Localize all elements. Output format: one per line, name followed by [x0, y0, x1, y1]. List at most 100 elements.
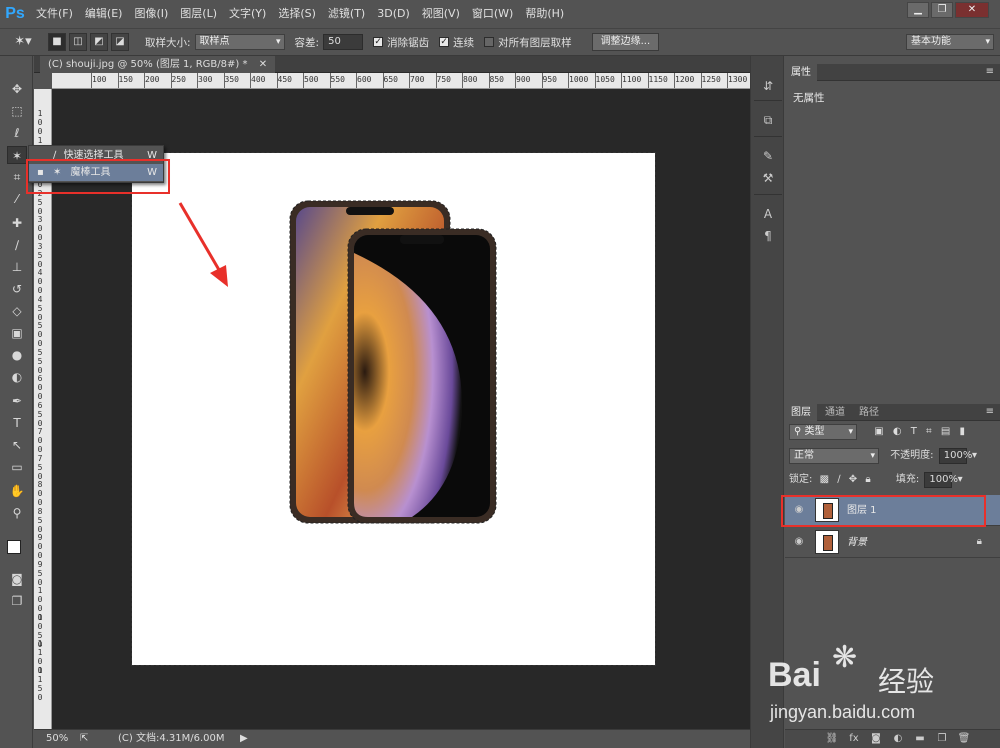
panel-menu-icon[interactable]: ≡: [986, 66, 994, 77]
menu-select[interactable]: 选择(S): [272, 0, 322, 28]
maximize-button[interactable]: ❐: [931, 2, 953, 18]
type-tool-icon[interactable]: T: [7, 414, 27, 432]
history-panel-icon[interactable]: ⇵: [758, 76, 778, 96]
paragraph-panel-icon[interactable]: ¶: [758, 226, 778, 246]
menu-3d[interactable]: 3D(D): [371, 0, 416, 28]
filter-smart-object-icon[interactable]: ▤: [941, 426, 950, 437]
intersect-selection-icon[interactable]: ◪: [111, 33, 129, 51]
filter-adjustment-icon[interactable]: ◐: [893, 426, 902, 437]
lock-transparent-icon[interactable]: ▩: [820, 474, 829, 485]
blur-tool-icon[interactable]: ●: [7, 346, 27, 364]
ruler-tick-label: 950: [37, 559, 43, 587]
close-tab-icon[interactable]: ✕: [259, 59, 267, 70]
rectangle-tool-icon[interactable]: ▭: [7, 458, 27, 476]
menu-edit[interactable]: 编辑(E): [79, 0, 129, 28]
visibility-eye-icon[interactable]: ◉: [792, 536, 806, 548]
layer-name[interactable]: 背景: [847, 527, 867, 558]
menu-filter[interactable]: 滤镜(T): [322, 0, 371, 28]
add-to-selection-icon[interactable]: ◫: [69, 33, 87, 51]
workspace-select[interactable]: 基本功能: [906, 34, 994, 50]
status-menu-arrow-icon[interactable]: ▶: [240, 730, 248, 748]
menu-type[interactable]: 文字(Y): [223, 0, 272, 28]
fill-input[interactable]: 100%: [924, 472, 958, 488]
screen-mode-icon[interactable]: ❐: [7, 592, 27, 610]
contiguous-checkbox[interactable]: ✓: [439, 37, 450, 47]
filter-type-icon[interactable]: T: [911, 426, 917, 437]
ruler-tick-label: 700: [410, 75, 425, 84]
layer-row[interactable]: ◉ 背景 🔒︎: [785, 527, 1000, 558]
marquee-tool-icon[interactable]: ⬚: [7, 102, 27, 120]
hand-tool-icon[interactable]: ✋: [7, 482, 27, 500]
ruler-tick-label: 550: [330, 75, 345, 84]
sample-all-layers-checkbox[interactable]: [484, 37, 495, 47]
ruler-tick-label: 400: [37, 268, 43, 295]
ruler-tick-label: 1150: [648, 75, 668, 84]
foreground-color-swatch[interactable]: [7, 540, 21, 554]
tab-properties[interactable]: 属性: [785, 64, 817, 81]
eraser-tool-icon[interactable]: ◇: [7, 302, 27, 320]
zoom-level[interactable]: 50%: [46, 730, 68, 748]
gradient-tool-icon[interactable]: ▣: [7, 324, 27, 342]
opacity-input[interactable]: 100%: [938, 448, 972, 464]
path-selection-tool-icon[interactable]: ↖: [7, 436, 27, 454]
layer-filter-select[interactable]: ⚲ 类型: [789, 424, 857, 440]
subtract-from-selection-icon[interactable]: ◩: [90, 33, 108, 51]
filter-shape-icon[interactable]: ⌗: [926, 426, 932, 437]
character-panel-icon[interactable]: A: [758, 204, 778, 224]
document-info: (C) 文档:4.31M/6.00M: [118, 733, 225, 744]
ruler-tick-label: 950: [542, 75, 557, 84]
lock-image-icon[interactable]: ∕: [837, 474, 840, 485]
new-selection-icon[interactable]: ■: [48, 33, 66, 51]
pen-tool-icon[interactable]: ✒: [7, 392, 27, 410]
actions-panel-icon[interactable]: ⧉: [758, 110, 778, 130]
status-bar: 50% ⇱ (C) 文档:4.31M/6.00M ▶: [34, 729, 750, 748]
healing-brush-tool-icon[interactable]: ✚: [7, 214, 27, 232]
tolerance-input[interactable]: 50: [323, 34, 364, 50]
tab-paths[interactable]: 路径: [853, 404, 885, 421]
brush-tool-icon[interactable]: ∕: [7, 236, 27, 254]
tab-layers[interactable]: 图层: [785, 404, 817, 421]
tab-channels[interactable]: 通道: [819, 404, 851, 421]
move-tool-icon[interactable]: ✥: [7, 80, 27, 98]
options-bar: ✶▾ ■ ◫ ◩ ◪ 取样大小: 取样点 容差: 50 ✓ 消除锯齿 ✓ 连续 …: [0, 28, 1000, 56]
clone-stamp-tool-icon[interactable]: ⊥: [7, 258, 27, 276]
menu-layer[interactable]: 图层(L): [174, 0, 223, 28]
menu-file[interactable]: 文件(F): [30, 0, 79, 28]
history-brush-tool-icon[interactable]: ↺: [7, 280, 27, 298]
fill-slider-icon[interactable]: ▾: [958, 474, 963, 485]
filter-pixel-icon[interactable]: ▣: [874, 426, 883, 437]
export-icon[interactable]: ⇱: [80, 730, 88, 748]
brush-panel-icon[interactable]: ⚒: [758, 168, 778, 188]
ruler-tick: [594, 73, 596, 88]
menu-view[interactable]: 视图(V): [416, 0, 466, 28]
dodge-tool-icon[interactable]: ◐: [7, 368, 27, 386]
ruler-tick-label: 800: [463, 75, 478, 84]
ruler-tick-label: 750: [436, 75, 451, 84]
magic-wand-tool-icon[interactable]: ✶: [7, 146, 27, 164]
blend-mode-select[interactable]: 正常: [789, 448, 879, 464]
magic-wand-tool-preset-icon[interactable]: ✶▾: [8, 32, 38, 52]
lock-position-icon[interactable]: ✥: [849, 474, 857, 485]
ruler-tick: [382, 73, 384, 88]
document-tab[interactable]: (C) shouji.jpg @ 50% (图层 1, RGB/8#) * ✕: [40, 56, 276, 73]
zoom-tool-icon[interactable]: ⚲: [7, 504, 27, 522]
crop-tool-icon[interactable]: ⌗: [7, 168, 27, 186]
quick-mask-icon[interactable]: ◙: [7, 570, 27, 588]
eyedropper-tool-icon[interactable]: ⁄: [7, 190, 27, 208]
sample-size-select[interactable]: 取样点: [194, 34, 285, 50]
minimize-button[interactable]: ▁: [907, 2, 929, 18]
brush-presets-icon[interactable]: ✎: [758, 146, 778, 166]
lasso-tool-icon[interactable]: ℓ: [7, 124, 27, 142]
filter-toggle-icon[interactable]: ▮: [960, 426, 966, 437]
opacity-slider-icon[interactable]: ▾: [972, 450, 977, 461]
ruler-tick: [303, 73, 304, 88]
menu-help[interactable]: 帮助(H): [519, 0, 570, 28]
lock-all-icon[interactable]: 🔒︎: [865, 474, 870, 485]
menu-window[interactable]: 窗口(W): [466, 0, 519, 28]
antialias-checkbox[interactable]: ✓: [373, 37, 384, 47]
menu-image[interactable]: 图像(I): [128, 0, 174, 28]
panel-menu-icon[interactable]: ≡: [986, 406, 994, 417]
ruler-tick: [488, 73, 490, 88]
close-button[interactable]: ✕: [955, 2, 989, 18]
refine-edge-button[interactable]: 调整边缘...: [591, 33, 660, 51]
